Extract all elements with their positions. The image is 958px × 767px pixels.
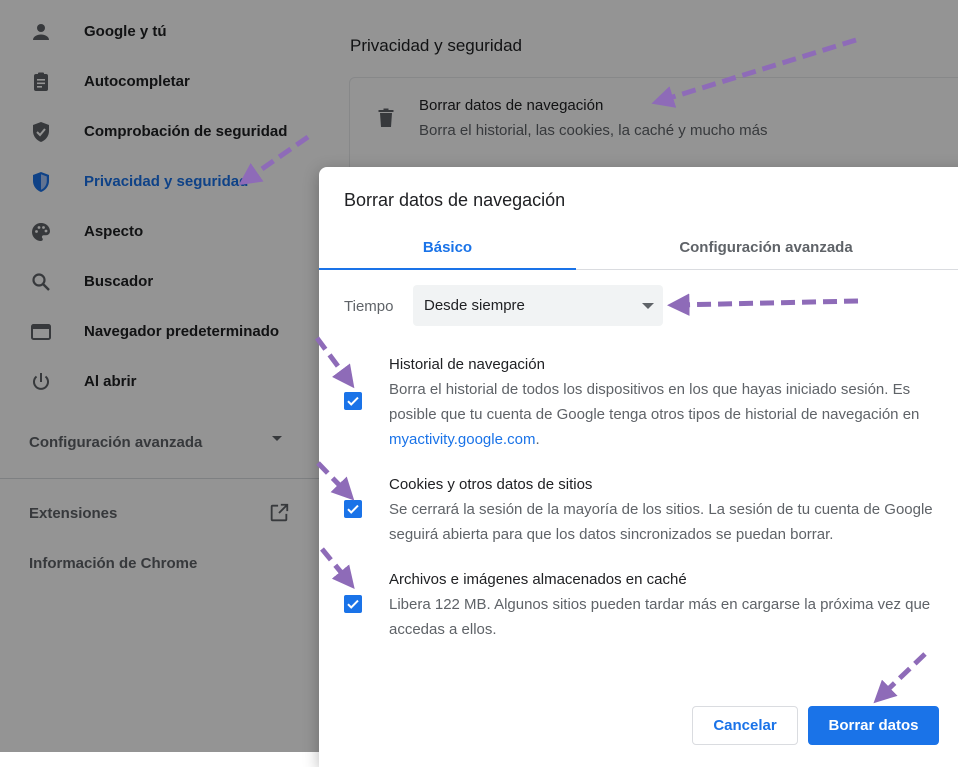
myactivity-link[interactable]: myactivity.google.com — [389, 431, 535, 448]
checkbox-cache[interactable] — [344, 595, 362, 613]
option-description: Borra el historial de todos los disposit… — [389, 377, 949, 452]
clear-data-button[interactable]: Borrar datos — [808, 706, 939, 745]
dropdown-arrow-icon — [642, 303, 654, 309]
tab-basico[interactable]: Básico — [319, 225, 576, 270]
option-title: Historial de navegación — [389, 356, 545, 373]
option-description-text: Borra el historial de todos los disposit… — [389, 381, 920, 423]
dialog-tabs: Básico Configuración avanzada — [319, 225, 958, 270]
time-range-label: Tiempo — [344, 298, 394, 315]
option-description-end: . — [535, 431, 540, 448]
option-description: Libera 122 MB. Algunos sitios pueden tar… — [389, 596, 931, 638]
checkbox-cookies[interactable] — [344, 500, 362, 518]
cancel-button[interactable]: Cancelar — [692, 706, 798, 745]
checkmark-icon — [347, 599, 359, 609]
option-description: Se cerrará la sesión de la mayoría de lo… — [389, 501, 933, 543]
checkbox-historial[interactable] — [344, 392, 362, 410]
tab-configuracion-avanzada[interactable]: Configuración avanzada — [576, 225, 956, 269]
option-title: Cookies y otros datos de sitios — [389, 476, 593, 493]
option-title: Archivos e imágenes almacenados en caché — [389, 571, 687, 588]
checkmark-icon — [347, 396, 359, 406]
dialog-title: Borrar datos de navegación — [344, 190, 566, 210]
time-range-value: Desde siempre — [424, 297, 525, 314]
time-range-select[interactable]: Desde siempre — [413, 285, 663, 326]
checkmark-icon — [347, 504, 359, 514]
clear-browsing-data-dialog: Borrar datos de navegación Básico Config… — [319, 167, 958, 767]
